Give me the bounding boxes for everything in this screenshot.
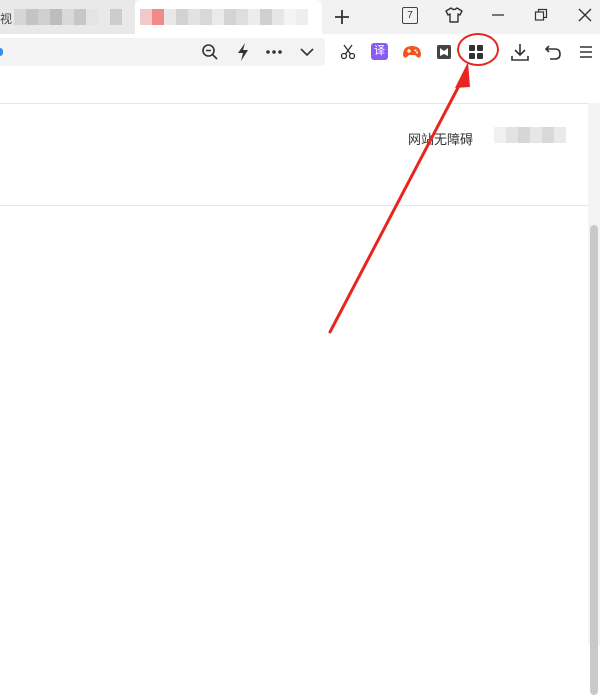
scrollbar[interactable] [588, 103, 600, 695]
blurred-user-info [494, 127, 566, 143]
reader-icon[interactable] [434, 42, 454, 62]
undo-icon[interactable] [543, 42, 563, 62]
tab-title: 视 [0, 12, 13, 26]
gamepad-icon[interactable] [402, 42, 422, 62]
tab-active[interactable] [135, 0, 322, 34]
restore-icon[interactable] [530, 5, 552, 25]
annotation-circle [457, 33, 499, 66]
translate-label: 译 [374, 45, 385, 57]
scissors-icon[interactable] [338, 42, 358, 62]
section-divider [0, 205, 588, 206]
plus-icon[interactable] [332, 7, 352, 27]
more-icon[interactable] [264, 42, 284, 62]
tshirt-icon[interactable] [444, 5, 464, 25]
blurred-tab-title [140, 9, 308, 25]
minimize-icon[interactable] [487, 5, 509, 25]
blurred-tab-title [14, 9, 122, 25]
zoom-out-icon[interactable] [200, 42, 220, 62]
page-header-divider [0, 103, 588, 104]
accessibility-link[interactable]: 网站无障碍 [408, 129, 473, 148]
annotation-arrow [328, 62, 470, 334]
download-icon[interactable] [510, 42, 530, 62]
tab-bar: 视 7 [0, 0, 600, 34]
tab-inactive[interactable]: 视 [0, 0, 135, 34]
lightning-icon[interactable] [233, 42, 253, 62]
chevron-down-icon[interactable] [297, 42, 317, 62]
scroll-thumb[interactable] [590, 225, 598, 695]
translate-icon[interactable]: 译 [371, 43, 388, 60]
close-icon[interactable] [574, 4, 596, 26]
tab-count-icon[interactable]: 7 [401, 6, 419, 24]
tab-count: 7 [402, 6, 418, 24]
menu-icon[interactable] [576, 42, 596, 62]
